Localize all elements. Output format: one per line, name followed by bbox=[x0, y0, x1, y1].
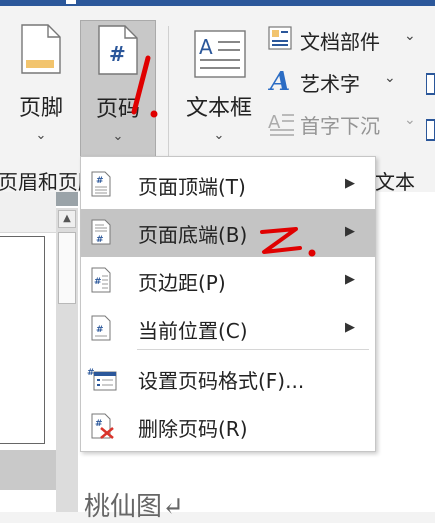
text-box-icon: A bbox=[194, 30, 246, 78]
drop-cap-label: 首字下沉 bbox=[300, 114, 380, 138]
page-top-icon: # bbox=[91, 171, 111, 197]
svg-text:#: # bbox=[87, 368, 95, 378]
annotation-text: 2. bbox=[258, 224, 260, 225]
page-thumbnail bbox=[0, 236, 45, 444]
annotation-mark-1: 1. bbox=[126, 52, 158, 118]
group-text-label: 文本 bbox=[375, 170, 415, 194]
remove-page-number-icon: # bbox=[91, 413, 114, 439]
wordart-button[interactable]: A 艺术字 ⌄ bbox=[266, 66, 406, 96]
menu-item-format-page-numbers[interactable]: # 设置页码格式(F)... bbox=[81, 355, 375, 403]
annotation-text: 1. bbox=[126, 52, 128, 53]
document-parts-icon bbox=[268, 26, 292, 50]
svg-text:#: # bbox=[109, 42, 126, 66]
submenu-arrow-icon: ▶ bbox=[345, 176, 355, 191]
menu-item-label: 设置页码格式(F)... bbox=[138, 369, 305, 393]
menu-item-remove-page-numbers[interactable]: # 删除页码(R) bbox=[81, 403, 375, 451]
side-icon bbox=[426, 73, 435, 95]
drop-cap-icon: A bbox=[268, 112, 294, 136]
menu-item-label: 页面底端(B) bbox=[138, 223, 248, 247]
title-bar-notch bbox=[66, 0, 76, 4]
menu-item-page-margins[interactable]: # 页边距(P) ▶ bbox=[81, 257, 375, 305]
document-parts-label: 文档部件 bbox=[300, 30, 380, 54]
document-body-text[interactable]: 桃仙图↵ bbox=[84, 486, 184, 523]
text-box-label: 文本框 bbox=[185, 96, 252, 121]
chevron-down-icon: ⌄ bbox=[404, 28, 416, 44]
menu-item-current-position[interactable]: # 当前位置(C) ▶ bbox=[81, 305, 375, 353]
menu-item-label: 当前位置(C) bbox=[138, 319, 248, 343]
format-page-number-icon: # bbox=[87, 368, 117, 391]
menu-item-top-of-page[interactable]: # 页面顶端(T) ▶ bbox=[81, 161, 375, 209]
footer-label: 页脚 bbox=[18, 96, 63, 121]
wordart-label: 艺术字 bbox=[300, 72, 360, 96]
wordart-icon: A bbox=[268, 67, 290, 94]
current-position-icon: # bbox=[91, 315, 111, 341]
chevron-down-icon: ⌄ bbox=[213, 128, 225, 143]
vertical-scrollbar[interactable]: ▲ bbox=[56, 208, 78, 512]
side-icon bbox=[426, 119, 435, 141]
svg-text:#: # bbox=[96, 176, 104, 186]
menu-item-label: 页面顶端(T) bbox=[138, 175, 246, 199]
menu-divider bbox=[137, 349, 369, 350]
page-number-menu: # 页面顶端(T) ▶ # 页面底端(B) ▶ # 页边距(P) ▶ # 当前位… bbox=[80, 156, 376, 452]
submenu-arrow-icon: ▶ bbox=[345, 272, 355, 287]
document-right-margin bbox=[376, 192, 435, 512]
text-box-button[interactable]: A 文本框 ⌄ bbox=[180, 20, 258, 160]
footer-button[interactable]: 页脚 ⌄ bbox=[6, 20, 76, 160]
annotation-mark-2: 2. bbox=[258, 224, 316, 257]
gray-block bbox=[0, 450, 56, 490]
svg-text:#: # bbox=[96, 325, 104, 335]
ribbon-separator bbox=[168, 26, 169, 176]
page-bottom-icon: # bbox=[91, 219, 111, 245]
chevron-down-icon: ⌄ bbox=[112, 129, 124, 144]
document-parts-button[interactable]: 文档部件 ⌄ bbox=[266, 24, 426, 54]
svg-text:#: # bbox=[94, 277, 102, 287]
scroll-thumb[interactable] bbox=[58, 232, 76, 304]
scroll-up-icon[interactable]: ▲ bbox=[58, 210, 76, 228]
drop-cap-button[interactable]: A 首字下沉 ⌄ bbox=[266, 108, 435, 138]
chevron-down-icon: ⌄ bbox=[35, 128, 47, 143]
svg-text:#: # bbox=[95, 419, 103, 429]
menu-item-label: 删除页码(R) bbox=[138, 417, 248, 441]
svg-text:#: # bbox=[96, 235, 104, 245]
submenu-arrow-icon: ▶ bbox=[345, 320, 355, 335]
svg-text:A: A bbox=[199, 35, 213, 59]
chevron-down-icon: ⌄ bbox=[404, 112, 416, 128]
vertical-ruler-corner bbox=[0, 192, 56, 233]
menu-item-label: 页边距(P) bbox=[138, 271, 226, 295]
footer-icon bbox=[21, 24, 61, 74]
page-margin-icon: # bbox=[91, 267, 111, 293]
submenu-arrow-icon: ▶ bbox=[345, 224, 355, 239]
menu-item-bottom-of-page[interactable]: # 页面底端(B) ▶ bbox=[81, 209, 375, 257]
svg-text:A: A bbox=[268, 67, 290, 94]
chevron-down-icon: ⌄ bbox=[384, 70, 396, 86]
